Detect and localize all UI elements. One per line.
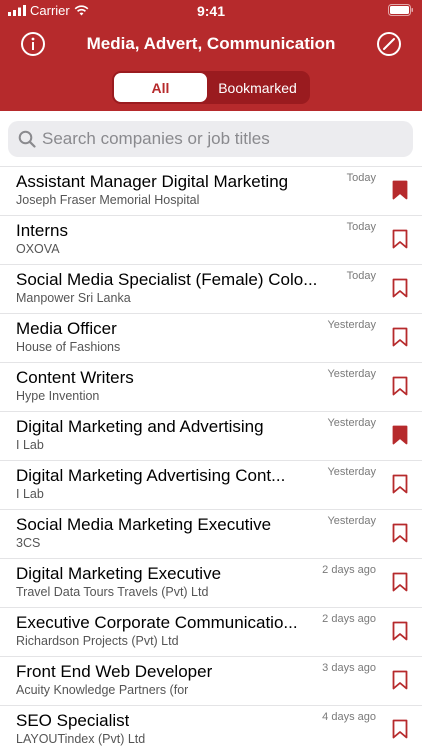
clock: 9:41: [196, 3, 226, 19]
company-name: Travel Data Tours Travels (Pvt) Ltd: [16, 585, 209, 599]
segment-bookmarked[interactable]: Bookmarked: [207, 73, 308, 102]
job-list: Assistant Manager Digital Marketing Josep…: [0, 166, 422, 750]
posted-date: 2 days ago: [318, 564, 376, 576]
job-title: Executive Corporate Communicatio...: [16, 613, 298, 632]
posted-date: 3 days ago: [318, 662, 376, 674]
job-list-item[interactable]: SEO Specialist LAYOUTindex (Pvt) Ltd 4 day…: [0, 706, 422, 750]
slash-circle-icon[interactable]: [376, 31, 402, 57]
company-name: LAYOUTindex (Pvt) Ltd: [16, 732, 146, 746]
app-header: Carrier 9:41 Media, Advert, Communicatio…: [0, 0, 422, 111]
bookmark-icon[interactable]: [392, 327, 408, 347]
job-list-item[interactable]: Front End Web Developer Acuity Knowledge …: [0, 657, 422, 706]
company-name: Joseph Fraser Memorial Hospital: [16, 193, 200, 207]
job-title: Social Media Marketing Executive: [16, 515, 272, 534]
job-title: Assistant Manager Digital Marketing: [16, 172, 289, 191]
job-title: Digital Marketing and Advertising: [16, 417, 264, 436]
company-name: OXOVA: [16, 242, 60, 256]
job-title: Digital Marketing Advertising Cont...: [16, 466, 286, 485]
bookmark-icon[interactable]: [392, 474, 408, 494]
bookmark-filled-icon[interactable]: [392, 180, 408, 200]
job-list-item[interactable]: Content Writers Hype Invention Yesterday: [0, 363, 422, 412]
bookmark-icon[interactable]: [392, 670, 408, 690]
bookmark-icon[interactable]: [392, 278, 408, 298]
posted-date: 4 days ago: [318, 711, 376, 723]
page-title: Media, Advert, Communication: [86, 34, 336, 53]
posted-date: 2 days ago: [318, 613, 376, 625]
battery-icon: [388, 4, 413, 16]
job-list-item[interactable]: Social Media Specialist (Female) Colo...…: [0, 265, 422, 314]
posted-date: Yesterday: [323, 466, 376, 478]
search-input[interactable]: Search companies or job titles: [8, 121, 413, 157]
filter-segmented-control: All Bookmarked: [112, 71, 310, 104]
company-name: Manpower Sri Lanka: [16, 291, 131, 305]
job-list-item[interactable]: Digital Marketing Advertising Cont... I L…: [0, 461, 422, 510]
company-name: 3CS: [16, 536, 41, 550]
search-placeholder: Search companies or job titles: [42, 129, 270, 148]
posted-date: Today: [342, 270, 376, 282]
bookmark-icon[interactable]: [392, 229, 408, 249]
job-title: Content Writers: [16, 368, 134, 387]
company-name: I Lab: [16, 487, 44, 501]
company-name: I Lab: [16, 438, 44, 452]
posted-date: Today: [342, 221, 376, 233]
company-name: Acuity Knowledge Partners (for: [16, 683, 189, 697]
status-bar: Carrier 9:41: [0, 0, 422, 22]
bookmark-icon[interactable]: [392, 719, 408, 739]
job-list-item[interactable]: Digital Marketing Executive Travel Data T…: [0, 559, 422, 608]
job-list-item[interactable]: Digital Marketing and Advertising I Lab Ye…: [0, 412, 422, 461]
job-title: Interns: [16, 221, 68, 240]
company-name: Richardson Projects (Pvt) Ltd: [16, 634, 179, 648]
job-list-item[interactable]: Executive Corporate Communicatio... Richa…: [0, 608, 422, 657]
bookmark-icon[interactable]: [392, 523, 408, 543]
search-area: Search companies or job titles: [0, 111, 422, 166]
navigation-bar: Media, Advert, Communication: [0, 28, 422, 62]
job-list-item[interactable]: Assistant Manager Digital Marketing Josep…: [0, 167, 422, 216]
posted-date: Yesterday: [323, 515, 376, 527]
job-title: SEO Specialist: [16, 711, 130, 730]
posted-date: Yesterday: [323, 319, 376, 331]
posted-date: Yesterday: [323, 368, 376, 380]
segment-all[interactable]: All: [114, 73, 207, 102]
search-icon: [18, 130, 36, 148]
posted-date: Yesterday: [323, 417, 376, 429]
bookmark-icon[interactable]: [392, 376, 408, 396]
bookmark-icon[interactable]: [392, 572, 408, 592]
posted-date: Today: [342, 172, 376, 184]
job-title: Front End Web Developer: [16, 662, 213, 681]
company-name: House of Fashions: [16, 340, 121, 354]
bookmark-filled-icon[interactable]: [392, 425, 408, 445]
company-name: Hype Invention: [16, 389, 100, 403]
job-list-item[interactable]: Media Officer House of Fashions Yesterday: [0, 314, 422, 363]
job-title: Media Officer: [16, 319, 117, 338]
job-list-item[interactable]: Interns OXOVA Today: [0, 216, 422, 265]
job-title: Digital Marketing Executive: [16, 564, 222, 583]
info-icon[interactable]: [20, 31, 46, 57]
job-list-item[interactable]: Social Media Marketing Executive 3CS Yeste…: [0, 510, 422, 559]
bookmark-icon[interactable]: [392, 621, 408, 641]
job-title: Social Media Specialist (Female) Colo...: [16, 270, 318, 289]
